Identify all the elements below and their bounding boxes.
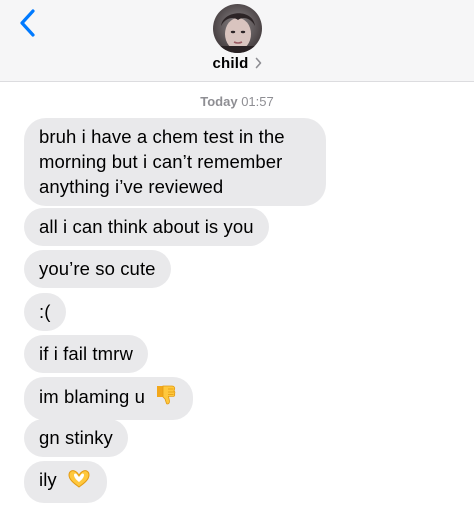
message-bubble[interactable]: if i fail tmrw	[24, 335, 148, 373]
contact-name-button[interactable]: child	[0, 55, 474, 73]
heart-hands-emoji-icon	[66, 468, 92, 496]
thumbs-down-emoji-icon	[154, 383, 178, 413]
chevron-right-icon	[255, 56, 262, 73]
timestamp-time: 01:57	[241, 94, 274, 109]
avatar-photo	[213, 4, 262, 53]
message-bubble[interactable]: ily	[24, 461, 108, 503]
chevron-left-icon	[20, 9, 35, 37]
message-text: if i fail tmrw	[39, 343, 133, 364]
message-text: gn stinky	[39, 427, 113, 448]
message-text: im blaming u	[39, 386, 146, 407]
message-timestamp: Today 01:57	[0, 94, 474, 109]
message-bubble[interactable]: :(	[24, 293, 66, 331]
back-button[interactable]	[14, 8, 44, 38]
message-text: you’re so cute	[39, 258, 156, 279]
message-bubble[interactable]: gn stinky	[24, 419, 128, 457]
contact-name: child	[212, 55, 249, 72]
message-text: bruh i have a chem test in the morning b…	[39, 126, 285, 197]
conversation-header: child	[0, 0, 474, 82]
message-bubble[interactable]: im blaming u	[24, 377, 194, 420]
message-text: all i can think about is you	[39, 216, 254, 237]
contact-avatar[interactable]	[213, 4, 262, 53]
message-text: ily	[39, 469, 57, 490]
timestamp-day: Today	[200, 94, 238, 109]
message-text: :(	[39, 301, 51, 322]
message-bubble[interactable]: you’re so cute	[24, 250, 171, 288]
message-bubble[interactable]: all i can think about is you	[24, 208, 269, 246]
message-bubble[interactable]: bruh i have a chem test in the morning b…	[24, 118, 326, 206]
